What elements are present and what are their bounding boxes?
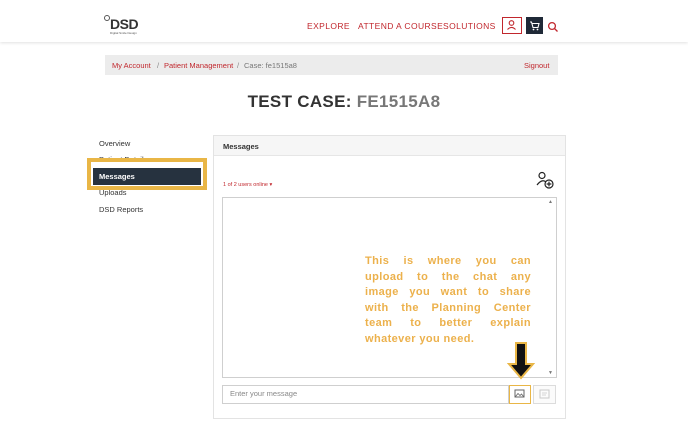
scroll-up-arrow-icon[interactable]: ▲ <box>548 199 553 205</box>
site-header: DSD Digital Smile Design EXPLORE ATTEND … <box>0 0 688 42</box>
users-online-dropdown[interactable]: 1 of 2 users online ▾ <box>223 182 272 188</box>
add-user-icon <box>536 171 554 189</box>
breadcrumb: My Account / Patient Management / Case: … <box>105 55 558 75</box>
sidebar-item-dsd-reports[interactable]: DSD Reports <box>99 205 143 214</box>
search-button[interactable] <box>547 20 559 32</box>
message-input[interactable]: Enter your message <box>222 385 509 404</box>
account-button[interactable] <box>502 17 522 34</box>
annotation-line: with the Planning Center <box>365 301 531 314</box>
page-title: TEST CASE: FE1515A8 <box>0 92 688 112</box>
cart-icon <box>530 21 540 31</box>
image-attach-button[interactable] <box>509 385 531 404</box>
down-arrow-annotation-icon <box>507 342 535 380</box>
cart-button[interactable] <box>526 17 543 34</box>
messages-panel-header: Messages <box>214 136 565 156</box>
annotation-callout: This is where you can upload to the chat… <box>365 254 531 347</box>
breadcrumb-separator: / <box>157 61 160 70</box>
scroll-down-arrow-icon[interactable]: ▼ <box>548 370 553 376</box>
annotation-line: This is where you can <box>365 255 531 267</box>
page-title-label: TEST CASE: <box>247 92 357 111</box>
send-button[interactable] <box>533 385 556 404</box>
annotation-line: image you want to share <box>365 286 531 298</box>
nav-explore[interactable]: EXPLORE <box>307 21 350 31</box>
logo-subtitle: Digital Smile Design <box>110 31 137 35</box>
search-icon <box>547 21 558 32</box>
image-attach-icon <box>514 389 525 398</box>
highlight-box-messages <box>87 158 207 190</box>
annotation-line: upload to the chat any <box>365 270 531 283</box>
logo-text: DSD <box>110 16 139 32</box>
dsd-logo[interactable]: DSD Digital Smile Design <box>104 15 144 35</box>
add-user-button[interactable] <box>535 170 555 190</box>
breadcrumb-my-account[interactable]: My Account <box>112 61 151 70</box>
annotation-line: team to better explain <box>365 317 531 329</box>
breadcrumb-patient-management[interactable]: Patient Management <box>164 61 233 70</box>
page-title-case-id: FE1515A8 <box>356 92 441 111</box>
user-icon <box>507 20 516 30</box>
signout-link[interactable]: Signout <box>524 61 549 70</box>
nav-attend-a-course[interactable]: ATTEND A COURSE <box>358 21 443 31</box>
messages-panel-title: Messages <box>223 142 259 151</box>
send-icon <box>539 389 550 399</box>
breadcrumb-current-case: Case: fe1515a8 <box>244 61 297 70</box>
sidebar-item-overview[interactable]: Overview <box>99 139 130 148</box>
nav-solutions[interactable]: SOLUTIONS <box>443 21 496 31</box>
breadcrumb-separator: / <box>237 61 240 70</box>
